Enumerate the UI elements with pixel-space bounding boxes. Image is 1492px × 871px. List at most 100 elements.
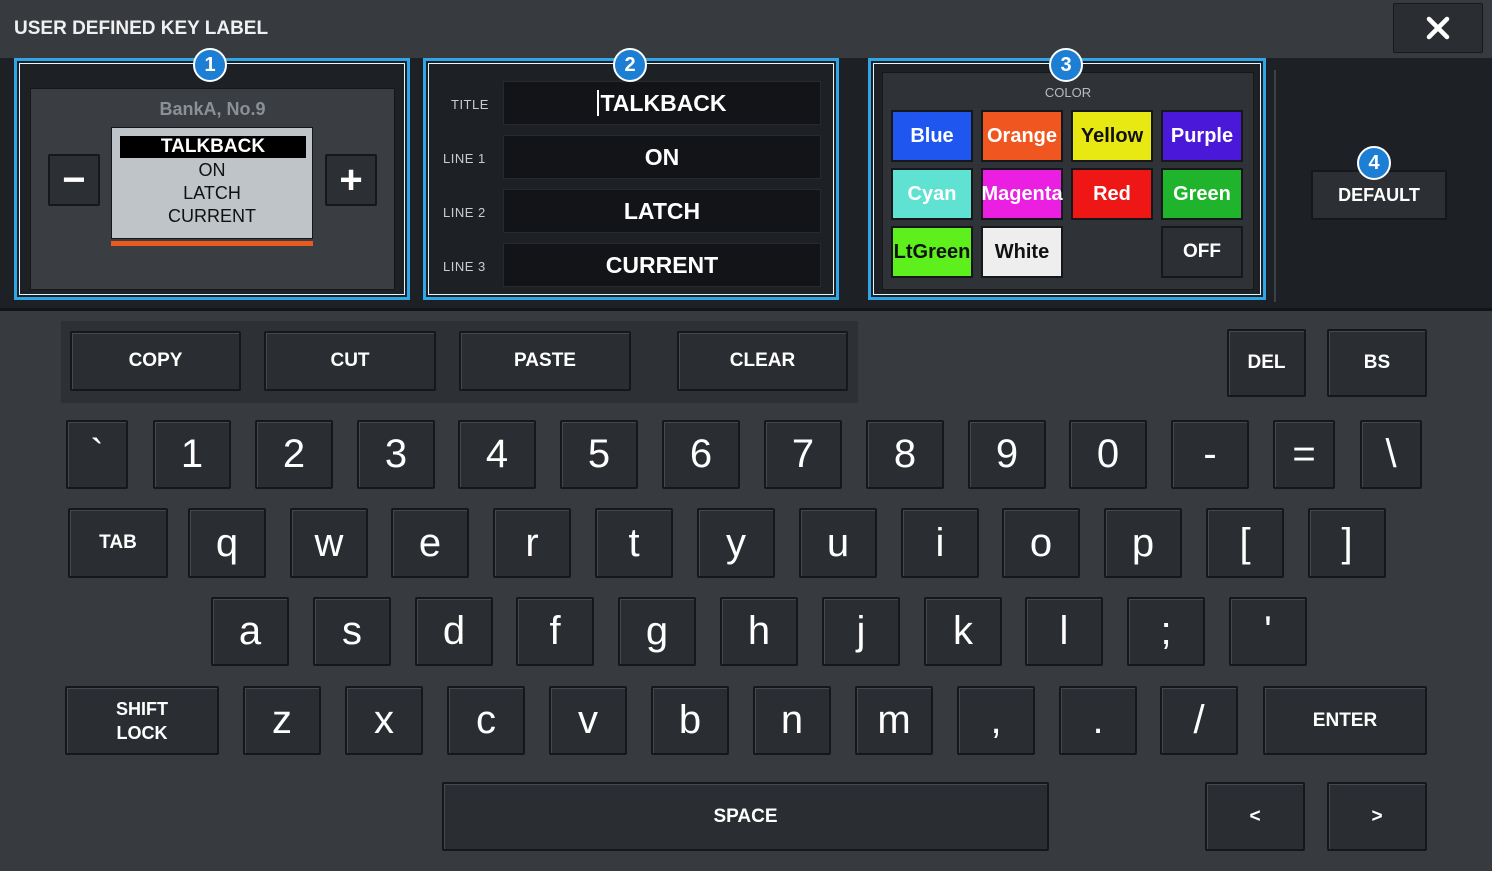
key-row4-4[interactable]: b [651, 686, 729, 755]
color-button-yellow[interactable]: Yellow [1071, 110, 1153, 162]
color-button-red[interactable]: Red [1071, 168, 1153, 220]
plus-icon: + [339, 158, 363, 202]
key-row3-10[interactable]: ' [1229, 597, 1307, 666]
key-row2-10[interactable]: [ [1206, 508, 1284, 578]
key-row4-5[interactable]: n [753, 686, 831, 755]
key-row4-8[interactable]: . [1059, 686, 1137, 755]
key-row2-6[interactable]: u [799, 508, 877, 578]
color-button-orange[interactable]: Orange [981, 110, 1063, 162]
key-row4-6[interactable]: m [855, 686, 933, 755]
key-row3-2[interactable]: d [415, 597, 493, 666]
key-preview: TALKBACK ON LATCH CURRENT [111, 127, 313, 239]
key-row1-2[interactable]: 2 [255, 420, 333, 489]
key-row3-4[interactable]: g [618, 597, 696, 666]
delete-key[interactable]: DEL [1227, 329, 1306, 397]
key-row1-9[interactable]: 9 [968, 420, 1046, 489]
key-row1-13[interactable]: \ [1360, 420, 1422, 489]
key-row3-7[interactable]: k [924, 597, 1002, 666]
key-row4-2[interactable]: c [447, 686, 525, 755]
key-row3-5[interactable]: h [720, 597, 798, 666]
cut-button[interactable]: CUT [264, 331, 436, 391]
callout-badge-1: 1 [193, 48, 227, 82]
key-row2-8[interactable]: o [1002, 508, 1080, 578]
key-row1-5[interactable]: 5 [560, 420, 638, 489]
shift-lock-key[interactable]: SHIFT LOCK [65, 686, 219, 755]
color-button-green[interactable]: Green [1161, 168, 1243, 220]
vertical-separator [1274, 70, 1276, 302]
key-row3-3[interactable]: f [516, 597, 594, 666]
bank-number-label: BankA, No.9 [159, 99, 266, 119]
key-row2-7[interactable]: i [901, 508, 979, 578]
callout-badge-4: 4 [1357, 146, 1391, 180]
space-key[interactable]: SPACE [442, 782, 1049, 851]
color-button-cyan[interactable]: Cyan [891, 168, 973, 220]
key-row1-0[interactable]: ` [66, 420, 128, 489]
cursor-right-key[interactable]: > [1327, 782, 1427, 851]
title-input[interactable]: TALKBACK [503, 81, 821, 125]
close-icon [1426, 16, 1450, 40]
tab-key[interactable]: TAB [68, 508, 168, 578]
next-key-button[interactable]: + [325, 154, 377, 206]
line1-input[interactable]: ON [503, 135, 821, 179]
key-row2-2[interactable]: e [391, 508, 469, 578]
line1-field-label: LINE 1 [443, 151, 486, 166]
clear-button[interactable]: CLEAR [677, 331, 848, 391]
key-row1-12[interactable]: = [1273, 420, 1335, 489]
key-row1-4[interactable]: 4 [458, 420, 536, 489]
close-button[interactable] [1393, 3, 1483, 53]
key-row1-8[interactable]: 8 [866, 420, 944, 489]
color-button-blue[interactable]: Blue [891, 110, 973, 162]
key-row2-4[interactable]: t [595, 508, 673, 578]
key-row4-7[interactable]: , [957, 686, 1035, 755]
previous-key-button[interactable]: − [48, 154, 100, 206]
preview-title: TALKBACK [120, 136, 306, 158]
key-row1-7[interactable]: 7 [764, 420, 842, 489]
paste-button[interactable]: PASTE [459, 331, 631, 391]
key-row1-10[interactable]: 0 [1069, 420, 1147, 489]
key-row3-8[interactable]: l [1025, 597, 1103, 666]
key-row2-0[interactable]: q [188, 508, 266, 578]
color-button-ltgreen[interactable]: LtGreen [891, 226, 973, 278]
key-row3-6[interactable]: j [822, 597, 900, 666]
window-title: USER DEFINED KEY LABEL [14, 18, 269, 39]
title-field-label: TITLE [451, 97, 489, 112]
key-row3-9[interactable]: ; [1127, 597, 1205, 666]
preview-line-3: CURRENT [168, 206, 256, 226]
key-row1-3[interactable]: 3 [357, 420, 435, 489]
key-row4-1[interactable]: x [345, 686, 423, 755]
minus-icon: − [62, 158, 86, 202]
title-bar: USER DEFINED KEY LABEL [0, 0, 1492, 58]
callout-badge-2: 2 [613, 48, 647, 82]
line2-input[interactable]: LATCH [503, 189, 821, 233]
cursor-left-key[interactable]: < [1205, 782, 1305, 851]
copy-button[interactable]: COPY [70, 331, 241, 391]
key-row3-1[interactable]: s [313, 597, 391, 666]
color-button-purple[interactable]: Purple [1161, 110, 1243, 162]
key-row4-9[interactable]: / [1160, 686, 1238, 755]
key-row1-11[interactable]: - [1171, 420, 1249, 489]
key-row2-5[interactable]: y [697, 508, 775, 578]
backspace-key[interactable]: BS [1327, 329, 1427, 397]
color-button-off[interactable]: OFF [1161, 226, 1243, 278]
key-row2-9[interactable]: p [1104, 508, 1182, 578]
key-row4-0[interactable]: z [243, 686, 321, 755]
key-row2-1[interactable]: w [290, 508, 368, 578]
key-row4-3[interactable]: v [549, 686, 627, 755]
color-label: COLOR [1044, 85, 1092, 100]
preview-color-bar [111, 241, 313, 246]
key-row3-0[interactable]: a [211, 597, 289, 666]
color-button-white[interactable]: White [981, 226, 1063, 278]
color-button-magenta[interactable]: Magenta [981, 168, 1063, 220]
key-row2-3[interactable]: r [493, 508, 571, 578]
key-row1-1[interactable]: 1 [153, 420, 231, 489]
key-preview-area: BankA, No.9 − TALKBACK ON LATCH CURRENT … [30, 88, 395, 290]
line3-input[interactable]: CURRENT [503, 243, 821, 287]
key-label-dialog: USER DEFINED KEY LABEL 1 BankA, No.9 − T… [0, 0, 1492, 871]
section-divider [0, 308, 1492, 311]
callout-badge-3: 3 [1049, 48, 1083, 82]
key-row1-6[interactable]: 6 [662, 420, 740, 489]
key-row2-11[interactable]: ] [1308, 508, 1386, 578]
line2-field-label: LINE 2 [443, 205, 486, 220]
enter-key[interactable]: ENTER [1263, 686, 1427, 755]
preview-line-2: LATCH [183, 183, 241, 203]
